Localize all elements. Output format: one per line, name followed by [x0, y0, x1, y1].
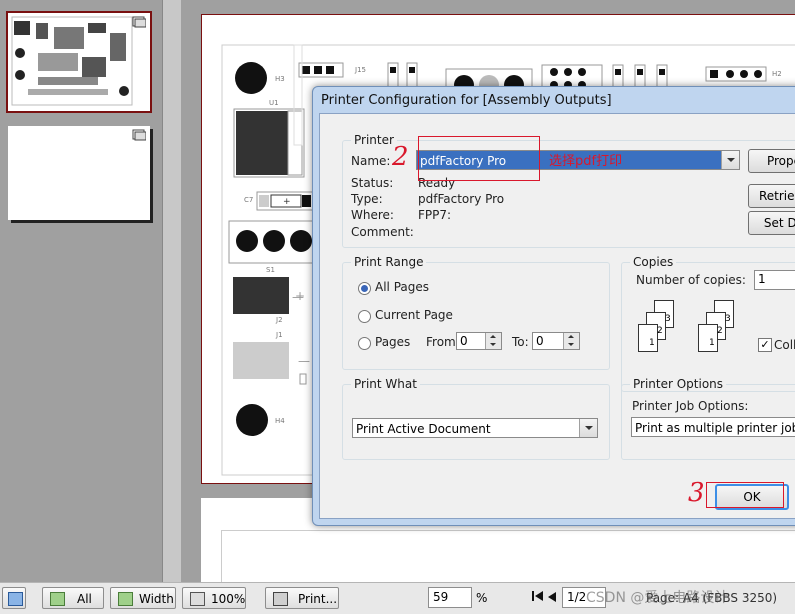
printer-icon [273, 592, 288, 606]
annotation-highlight-box [418, 136, 540, 181]
dialog-body: Printer Name: pdfFactory Pro Prope Statu… [319, 113, 795, 519]
zoom-input[interactable]: 59 [428, 587, 472, 608]
preview-toolbar: All Width 100% Print... 59 % 1/2 Page: A… [0, 582, 795, 614]
prev-page-icon[interactable] [548, 591, 557, 605]
printer-group-label: Printer [351, 133, 397, 147]
print-button[interactable]: Print... [265, 587, 339, 609]
first-page-icon[interactable] [532, 591, 544, 604]
where-label: Where: [351, 208, 394, 222]
pcb-label-h3: H3 [275, 75, 285, 83]
type-label: Type: [351, 192, 383, 206]
from-spinner[interactable]: 0 [456, 332, 502, 350]
pane-splitter[interactable] [162, 0, 182, 582]
print-what-label: Print What [351, 377, 420, 391]
printer-options-label: Printer Options [630, 377, 727, 391]
printer-job-options-select[interactable]: Print as multiple printer jobs [631, 417, 795, 437]
pcb-label-h2: H2 [772, 70, 782, 78]
page-thumbnail-1[interactable] [6, 11, 152, 113]
comment-label: Comment: [351, 225, 414, 239]
panel-icon [8, 592, 23, 606]
print-range-label: Print Range [351, 255, 427, 269]
pages-radio[interactable] [358, 337, 371, 350]
zoom-100-button[interactable]: 100% [182, 587, 246, 609]
pcb-label-plus-2: + [295, 289, 306, 303]
type-value: pdfFactory Pro [418, 192, 505, 206]
watermark: CSDN @爱上电路设计 [586, 590, 729, 606]
page-icon [50, 592, 65, 606]
properties-button[interactable]: Prope [748, 149, 795, 173]
page-icon [132, 16, 147, 28]
thumbnail-toggle-button[interactable] [2, 587, 26, 609]
set-default-button[interactable]: Set De [748, 211, 795, 235]
number-of-copies-label: Number of copies: [636, 273, 746, 287]
spin-down-icon[interactable] [485, 341, 501, 349]
annotation-step-3: 3 [688, 478, 705, 508]
copies-input[interactable]: 1 [754, 270, 795, 290]
from-label: From: [426, 335, 460, 349]
pcb-label-u1: U1 [269, 99, 279, 107]
pcb-label-j2: J2 [276, 316, 283, 324]
uncollated-pages-icon: 3 2 1 [636, 300, 686, 360]
spin-down-icon[interactable] [563, 341, 579, 349]
printer-job-options-label: Printer Job Options: [632, 399, 749, 413]
annotation-step-2: 2 [392, 142, 409, 172]
pcb-label-c7: C7 [244, 196, 254, 204]
spin-up-icon[interactable] [485, 333, 501, 341]
pcb-label-plus: + [283, 197, 291, 207]
chevron-down-icon[interactable] [579, 419, 597, 437]
collate-checkbox[interactable]: ✓ [758, 338, 772, 352]
collate-label[interactable]: Collat [774, 338, 795, 352]
pcb-label-h4: H4 [275, 417, 285, 425]
to-label: To: [512, 335, 529, 349]
printer-name-label: Name: [351, 154, 391, 168]
pcb-label-j15: J15 [355, 66, 366, 74]
pcb-thumbnail-image [8, 13, 150, 111]
pages-label[interactable]: Pages [375, 335, 410, 349]
spin-up-icon[interactable] [563, 333, 579, 341]
status-label: Status: [351, 176, 394, 190]
svg-text:—: — [298, 354, 310, 368]
chevron-down-icon[interactable] [721, 151, 739, 169]
all-pages-radio[interactable] [358, 282, 371, 295]
current-page-radio[interactable] [358, 310, 371, 323]
page-thumbnail-2[interactable] [8, 126, 150, 220]
fit-all-button[interactable]: All [42, 587, 104, 609]
page-icon [132, 129, 147, 141]
collated-pages-icon: 3 2 1 [696, 300, 746, 360]
to-spinner[interactable]: 0 [532, 332, 580, 350]
dialog-title: Printer Configuration for [Assembly Outp… [321, 93, 612, 108]
retrieve-button[interactable]: Retrieve [748, 184, 795, 208]
pcb-label-j1: J1 [276, 331, 283, 339]
page-icon [190, 592, 205, 606]
fit-width-button[interactable]: Width [110, 587, 176, 609]
current-page-label[interactable]: Current Page [375, 308, 453, 322]
copies-label: Copies [630, 255, 677, 269]
print-what-select[interactable]: Print Active Document [352, 418, 598, 438]
zoom-unit: % [476, 591, 488, 605]
page-icon [118, 592, 133, 606]
all-pages-label[interactable]: All Pages [375, 280, 429, 294]
pcb-label-s1: S1 [266, 266, 275, 274]
thumbnail-pane [0, 0, 162, 582]
annotation-ok-box [706, 482, 784, 508]
where-value: FPP7: [418, 208, 452, 222]
annotation-note: 选择pdf打印 [549, 154, 623, 169]
